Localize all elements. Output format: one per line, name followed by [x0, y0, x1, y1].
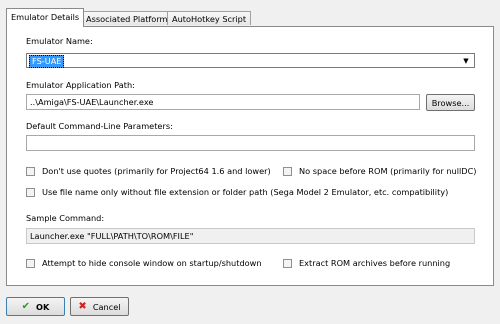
params-input[interactable] — [26, 135, 475, 151]
browse-button[interactable]: Browse... — [426, 94, 475, 111]
tab-autohotkey-script[interactable]: AutoHotkey Script — [167, 11, 252, 25]
sample-command-field: Launcher.exe "FULL\PATH\TO\ROM\FILE" — [26, 228, 475, 244]
app-path-input[interactable]: ..\Amiga\FS-UAE\Launcher.exe — [26, 94, 420, 110]
params-label: Default Command-Line Parameters: — [26, 121, 173, 131]
tab-panel: Emulator Name: FS-UAE ▼ Emulator Applica… — [6, 26, 494, 286]
emulator-name-label: Emulator Name: — [26, 36, 93, 46]
no-space-label: No space before ROM (primarily for nullD… — [299, 166, 477, 176]
close-icon: ✖ — [78, 301, 87, 312]
dropdown-arrow-icon[interactable]: ▼ — [461, 54, 471, 67]
extract-rom-label: Extract ROM archives before running — [299, 258, 451, 268]
ok-label: OK — [36, 301, 50, 312]
sample-command-label: Sample Command: — [26, 213, 105, 223]
file-name-only-checkbox[interactable]: Use file name only without file extensio… — [26, 187, 448, 197]
checkbox-box[interactable] — [283, 258, 292, 268]
checkbox-box[interactable] — [26, 166, 35, 176]
no-quotes-checkbox[interactable]: Don't use quotes (primarily for Project6… — [26, 166, 271, 176]
checkbox-box[interactable] — [26, 187, 35, 197]
hide-console-label: Attempt to hide console window on startu… — [42, 258, 262, 268]
file-name-only-label: Use file name only without file extensio… — [42, 187, 449, 197]
hide-console-checkbox[interactable]: Attempt to hide console window on startu… — [26, 258, 262, 268]
app-path-label: Emulator Application Path: — [26, 80, 135, 90]
emulator-name-value: FS-UAE — [29, 55, 65, 68]
checkmark-icon: ✔ — [21, 301, 31, 312]
ok-button[interactable]: ✔ OK — [6, 297, 65, 316]
extract-rom-checkbox[interactable]: Extract ROM archives before running — [283, 258, 450, 268]
tab-emulator-details[interactable]: Emulator Details — [6, 8, 85, 27]
no-quotes-label: Don't use quotes (primarily for Project6… — [42, 166, 271, 176]
tab-associated-platforms[interactable]: Associated Platforms — [81, 11, 177, 25]
no-space-checkbox[interactable]: No space before ROM (primarily for nullD… — [283, 166, 477, 176]
checkbox-box[interactable] — [26, 258, 35, 268]
cancel-label: Cancel — [92, 301, 121, 312]
checkbox-box[interactable] — [283, 166, 292, 176]
emulator-name-combobox[interactable]: FS-UAE ▼ — [26, 53, 475, 68]
cancel-button[interactable]: ✖ Cancel — [70, 297, 129, 316]
